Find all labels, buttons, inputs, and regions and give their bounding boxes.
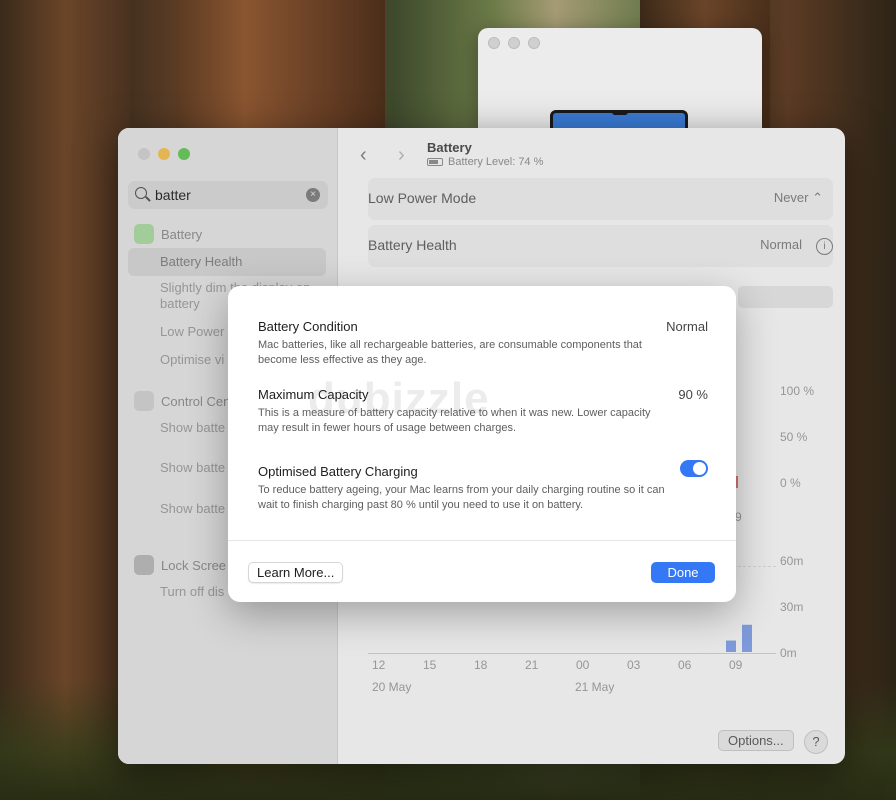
done-button[interactable]: Done [651, 562, 715, 583]
maximum-capacity-value: 90 % [678, 387, 708, 402]
background-window-traffic-lights [488, 37, 540, 49]
optimised-charging-desc: To reduce battery ageing, your Mac learn… [258, 484, 665, 511]
background-window[interactable] [478, 28, 762, 138]
battery-health-dialog: dubizzle Battery Condition Normal Mac ba… [228, 286, 736, 602]
minimize-dot-icon[interactable] [508, 37, 520, 49]
battery-condition-value: Normal [666, 319, 708, 334]
maximum-capacity-desc: This is a measure of battery capacity re… [258, 407, 651, 434]
laptop-notch [612, 110, 628, 115]
optimised-charging-title: Optimised Battery Charging [258, 464, 418, 479]
learn-more-button[interactable]: Learn More... [248, 562, 344, 583]
optimised-charging-toggle[interactable] [680, 460, 708, 477]
battery-condition-desc: Mac batteries, like all rechargeable bat… [258, 339, 642, 366]
battery-condition-title: Battery Condition [258, 319, 358, 334]
close-dot-icon[interactable] [488, 37, 500, 49]
maximum-capacity-section: Maximum Capacity 90 % This is a measure … [258, 387, 708, 436]
optimised-charging-section: Optimised Battery Charging To reduce bat… [258, 460, 708, 513]
dialog-divider [228, 540, 736, 541]
maximize-dot-icon[interactable] [528, 37, 540, 49]
battery-condition-section: Battery Condition Normal Mac batteries, … [258, 319, 708, 368]
maximum-capacity-title: Maximum Capacity [258, 387, 369, 402]
toggle-knob [693, 462, 706, 475]
